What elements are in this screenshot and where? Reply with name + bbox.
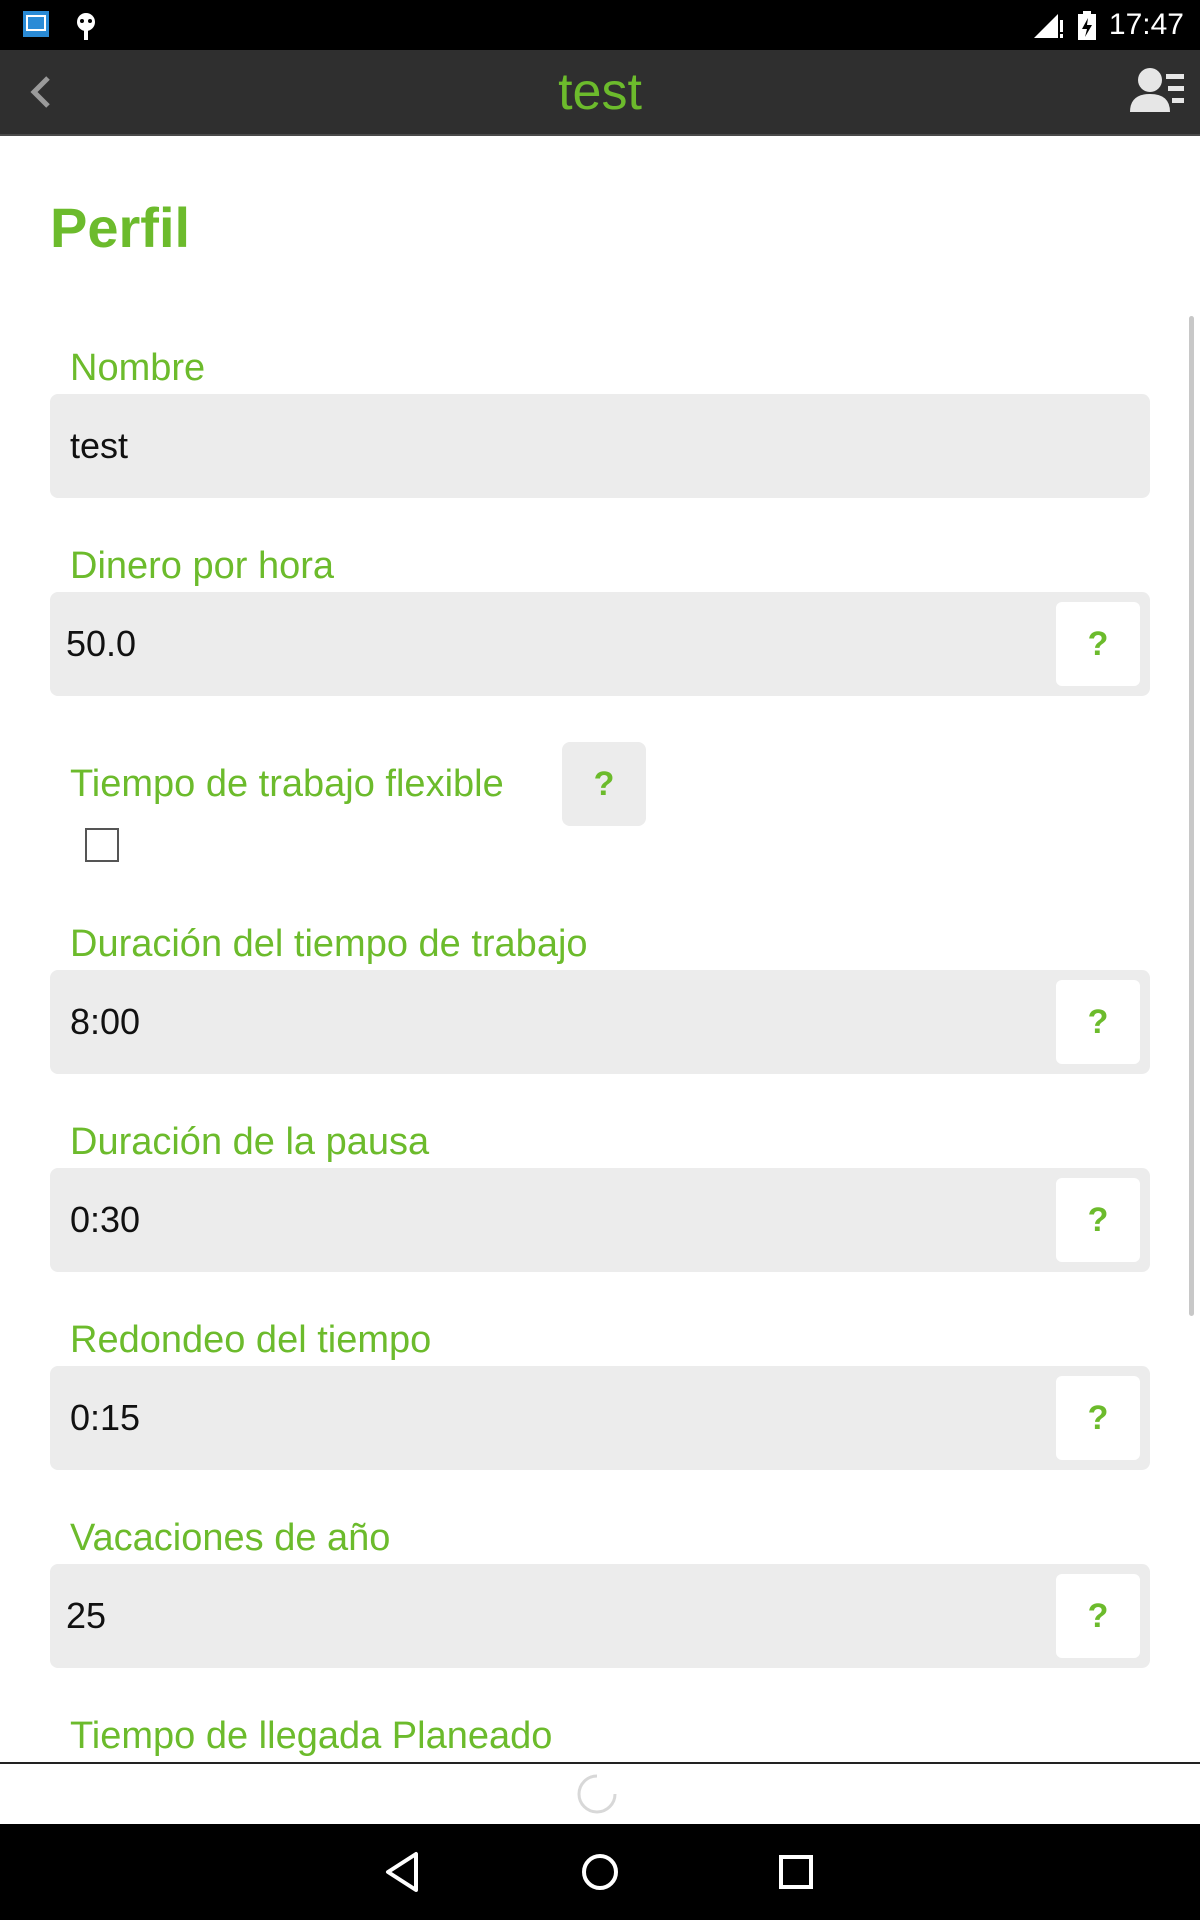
back-triangle-icon[interactable]	[380, 1848, 428, 1896]
app-title: test	[558, 63, 642, 121]
money-per-hour-label: Dinero por hora	[70, 545, 335, 587]
loading-bar	[0, 1762, 1200, 1826]
pause-duration-help-button[interactable]: ?	[1056, 1178, 1140, 1262]
profile-list-icon[interactable]	[1128, 64, 1188, 118]
pause-duration-field[interactable]: 0:30 ?	[50, 1168, 1150, 1272]
app-bar: test	[0, 50, 1200, 136]
status-time: 17:47	[1108, 8, 1184, 41]
planned-arrival-label: Tiempo de llegada Planeado	[70, 1715, 553, 1757]
screenshot-icon	[23, 11, 49, 37]
name-label: Nombre	[70, 347, 206, 389]
time-rounding-help-button[interactable]: ?	[1056, 1376, 1140, 1460]
name-field[interactable]: test	[50, 394, 1150, 498]
vacation-help-button[interactable]: ?	[1056, 1574, 1140, 1658]
time-rounding-value: 0:15	[70, 1397, 141, 1438]
battery-charging-icon	[1078, 11, 1096, 40]
pause-duration-value: 0:30	[70, 1199, 141, 1240]
vacation-value: 25	[66, 1595, 107, 1636]
recents-square-icon[interactable]	[772, 1848, 820, 1896]
signal-icon	[1034, 14, 1063, 38]
flexible-time-checkbox[interactable]	[85, 828, 119, 862]
name-value: test	[70, 425, 129, 466]
flexible-time-label: Tiempo de trabajo flexible	[70, 763, 504, 805]
time-rounding-field[interactable]: 0:15 ?	[50, 1366, 1150, 1470]
money-per-hour-field[interactable]: 50.0 ?	[50, 592, 1150, 696]
status-bar: 17:47	[0, 0, 1200, 50]
vacation-label: Vacaciones de año	[70, 1517, 391, 1559]
navigation-bar	[0, 1824, 1200, 1920]
scrollbar[interactable]	[1189, 316, 1194, 1316]
work-duration-field[interactable]: 8:00 ?	[50, 970, 1150, 1074]
vacation-field[interactable]: 25 ?	[50, 1564, 1150, 1668]
work-duration-label: Duración del tiempo de trabajo	[70, 923, 588, 965]
time-rounding-label: Redondeo del tiempo	[70, 1319, 432, 1361]
page-title: Perfil	[50, 196, 191, 259]
money-per-hour-help-button[interactable]: ?	[1056, 602, 1140, 686]
work-duration-value: 8:00	[70, 1001, 141, 1042]
profile-form: Perfil Nombre test Dinero por hora 50.0 …	[0, 136, 1200, 1762]
loading-spinner-icon	[577, 1774, 617, 1814]
home-circle-icon[interactable]	[576, 1848, 624, 1896]
money-per-hour-value: 50.0	[66, 623, 137, 664]
pause-duration-label: Duración de la pausa	[70, 1121, 430, 1163]
android-debug-icon	[77, 13, 95, 40]
flexible-time-help-button[interactable]: ?	[562, 742, 646, 826]
work-duration-help-button[interactable]: ?	[1056, 980, 1140, 1064]
